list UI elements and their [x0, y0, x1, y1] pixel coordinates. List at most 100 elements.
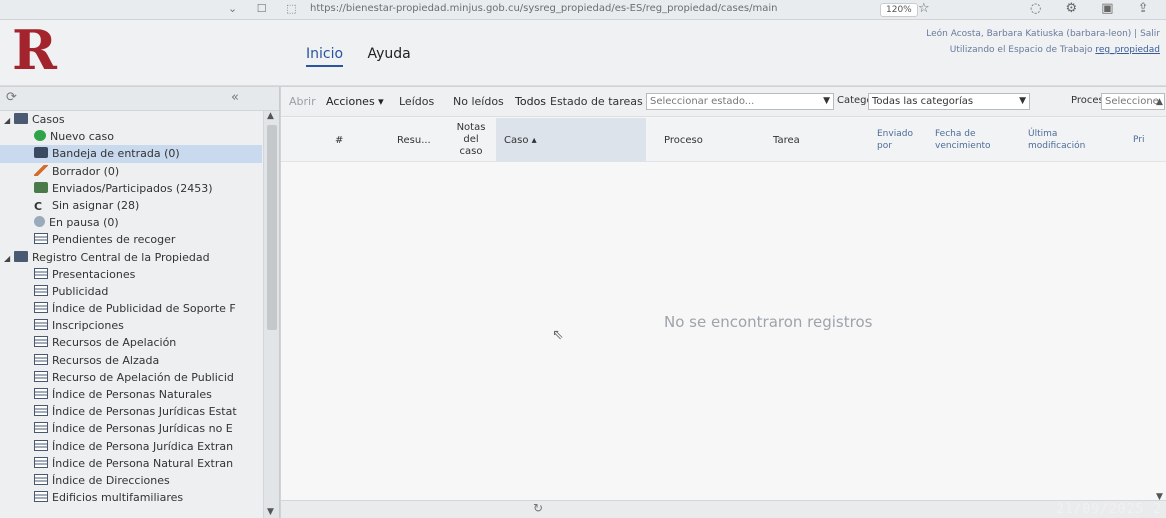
column-vencimiento[interactable]: Fecha de vencimiento [935, 118, 1005, 162]
tree-item[interactable]: Índice de Direcciones [0, 472, 262, 489]
chevron-down-icon: ▼ [1019, 96, 1026, 106]
unassigned-icon: C [34, 199, 43, 213]
list-icon [34, 284, 48, 296]
chevron-down-icon: ▼ [823, 96, 830, 106]
tree-item[interactable]: Índice de Publicidad de Soporte F [0, 300, 262, 317]
column-ultima-modificacion[interactable]: Última modificación [1028, 118, 1098, 162]
grid-toolbar: Abrir Acciones ▾ Leídos No leídos Todos … [281, 87, 1166, 117]
chevron-down-icon: ▾ [374, 95, 384, 108]
expand-triangle-icon[interactable]: ◢ [4, 112, 14, 128]
photo-timestamp: 21/09/2025 2 [1056, 502, 1162, 517]
acciones-menu[interactable]: Acciones ▾ [326, 95, 384, 108]
folder-icon [14, 250, 28, 262]
tree-item[interactable]: Inscripciones [0, 317, 262, 334]
tree-item[interactable]: Índice de Personas Jurídicas no E [0, 420, 262, 437]
estado-label: Estado de tareas [550, 95, 643, 108]
column-proceso[interactable]: Proceso [664, 118, 703, 162]
estado-select[interactable]: Seleccionar estado... ▼ [646, 93, 834, 110]
sent-icon [34, 181, 48, 193]
categoria-select[interactable]: Todas las categorías ▼ [868, 93, 1030, 110]
list-icon [34, 233, 48, 245]
list-icon [34, 353, 48, 365]
sidebar: ⟳ « ◢ Casos Nuevo caso Bandeja de entrada (… [0, 87, 280, 518]
tree-item[interactable]: Presentaciones [0, 266, 262, 283]
filter-leidos[interactable]: Leídos [399, 95, 434, 108]
list-icon [34, 302, 48, 314]
column-caso[interactable]: Caso ▴ [496, 118, 646, 162]
pause-icon [34, 216, 45, 228]
browser-toolbar: ⌄ ☐ ⬚ https://bienestar-propiedad.minjus… [0, 0, 1166, 20]
tree-group[interactable]: ◢ Registro Central de la Propiedad [0, 249, 262, 266]
inbox-icon [34, 147, 48, 159]
list-icon [34, 422, 48, 434]
draft-icon [34, 164, 48, 176]
column-enviado[interactable]: Enviado por [877, 118, 921, 162]
expand-triangle-icon[interactable]: ◢ [4, 250, 14, 266]
workspace-line: Utilizando el Espacio de Trabajo reg_pro… [949, 45, 1160, 55]
tree-item[interactable]: Enviados/Participados (2453) [0, 180, 262, 197]
user-info: León Acosta, Barbara Katiuska (barbara-l… [926, 26, 1160, 58]
case-tree: ◢ Casos Nuevo caso Bandeja de entrada (0) Bo… [0, 111, 262, 506]
collapse-sidebar-icon[interactable]: « [231, 90, 239, 105]
column-notas[interactable]: Notas del caso [453, 118, 489, 162]
sidebar-header: ⟳ « [0, 87, 279, 111]
scroll-down-icon[interactable]: ▼ [267, 507, 274, 517]
bookmark-star-icon[interactable]: ☆ [918, 1, 930, 16]
scroll-up-icon[interactable]: ▲ [267, 111, 274, 121]
tree-item[interactable]: Índice de Persona Jurídica Extran [0, 438, 262, 455]
tree-item[interactable]: Recurso de Apelación de Publicid [0, 369, 262, 386]
filter-no-leidos[interactable]: No leídos [453, 95, 504, 108]
column-number[interactable]: # [335, 118, 343, 162]
tree-item[interactable]: Índice de Personas Jurídicas Estat [0, 403, 262, 420]
column-prioridad[interactable]: Pri [1133, 118, 1144, 162]
workspace-link[interactable]: reg_propiedad [1095, 45, 1160, 55]
zoom-indicator[interactable]: 120% [880, 3, 918, 17]
nav-inicio[interactable]: Inicio [306, 46, 344, 67]
user-line[interactable]: León Acosta, Barbara Katiuska (barbara-l… [926, 26, 1160, 42]
grid-scrollbar[interactable]: ▲ ▼ [1156, 97, 1166, 502]
nav-ayuda[interactable]: Ayuda [368, 46, 411, 62]
grid-footer: ↻ [281, 500, 1166, 518]
tree-item[interactable]: C Sin asignar (28) [0, 197, 262, 214]
mouse-cursor-icon: ⇖ [552, 327, 564, 343]
sidebar-scrollbar[interactable]: ▲ ▼ [263, 111, 279, 518]
app-logo: R [12, 18, 57, 82]
new-case-icon [34, 130, 46, 142]
tree-item[interactable]: Bandeja de entrada (0) [0, 145, 262, 163]
tree-item[interactable]: Índice de Persona Natural Extran [0, 455, 262, 472]
list-icon [34, 439, 48, 451]
tree-group[interactable]: ◢ Casos [0, 111, 262, 128]
folder-icon [14, 113, 28, 124]
reload-icon[interactable]: ↻ [533, 501, 543, 515]
grid-header: # Resu... Notas del caso Caso ▴ Proceso … [281, 118, 1166, 162]
list-icon [34, 491, 48, 503]
list-icon [34, 336, 48, 348]
tree-item[interactable]: Índice de Personas Naturales [0, 386, 262, 403]
browser-menu-icons[interactable]: ◌ ⚙ ▣ ⇪ ≡ [1030, 1, 1166, 16]
list-icon [34, 370, 48, 382]
scroll-thumb[interactable] [267, 125, 277, 330]
address-bar[interactable]: https://bienestar-propiedad.minjus.gob.c… [310, 3, 778, 14]
top-nav: Inicio Ayuda [306, 46, 431, 67]
tree-item[interactable]: Recursos de Apelación [0, 334, 262, 351]
list-icon [34, 267, 48, 279]
tree-item[interactable]: Borrador (0) [0, 163, 262, 180]
refresh-icon[interactable]: ⟳ [6, 90, 17, 105]
column-resumen[interactable]: Resu... [397, 118, 431, 162]
scroll-up-icon[interactable]: ▲ [1156, 97, 1163, 107]
tree-item[interactable]: Publicidad [0, 283, 262, 300]
list-icon [34, 473, 48, 485]
list-icon [34, 388, 48, 399]
filter-todos[interactable]: Todos [515, 95, 546, 108]
sort-asc-icon: ▴ [528, 134, 537, 146]
tree-item[interactable]: Pendientes de recoger [0, 231, 262, 248]
tree-item[interactable]: Recursos de Alzada [0, 352, 262, 369]
tree-item[interactable]: Nuevo caso [0, 128, 262, 145]
tree-item[interactable]: Edificios multifamiliares [0, 489, 262, 506]
abrir-button[interactable]: Abrir [289, 95, 316, 108]
tree-item[interactable]: En pausa (0) [0, 214, 262, 231]
app-header: R Inicio Ayuda León Acosta, Barbara Kati… [0, 20, 1166, 86]
browser-nav-icons[interactable]: ⌄ ☐ ⬚ [228, 2, 304, 15]
empty-message: No se encontraron registros [664, 313, 873, 331]
column-tarea[interactable]: Tarea [773, 118, 800, 162]
